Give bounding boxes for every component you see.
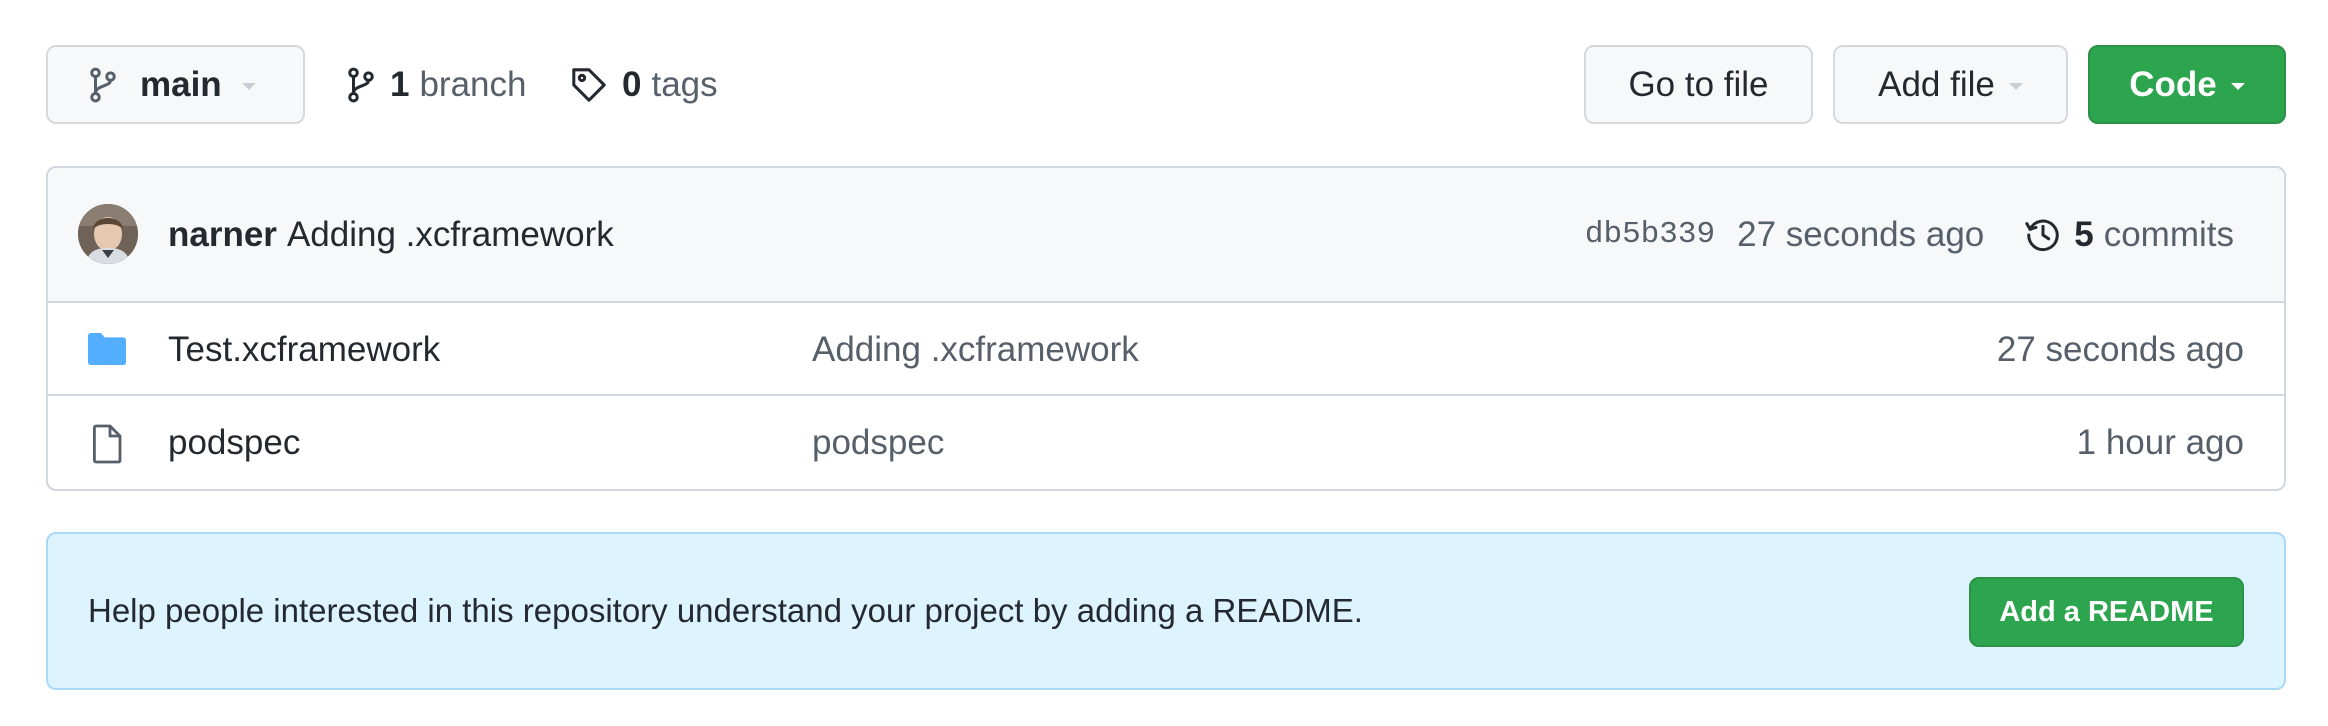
file-commit-time: 27 seconds ago: [1996, 330, 2244, 369]
branch-select-button[interactable]: main: [46, 45, 305, 124]
code-button-label: Code: [2129, 64, 2217, 104]
commit-message-link[interactable]: Adding .xcframework: [287, 215, 614, 255]
readme-banner-text: Help people interested in this repositor…: [88, 592, 1363, 629]
commits-history-link[interactable]: 5 commits: [2024, 215, 2234, 255]
commit-sha-link[interactable]: db5b339: [1585, 217, 1715, 252]
file-row-podspec[interactable]: podspec podspec 1 hour ago: [48, 396, 2284, 489]
branch-label: branch: [419, 64, 527, 104]
latest-commit-bar: narner Adding .xcframework db5b339 27 se…: [48, 168, 2284, 303]
go-to-file-button[interactable]: Go to file: [1584, 45, 1813, 124]
add-readme-button[interactable]: Add a README: [1969, 577, 2244, 647]
tag-label: tags: [651, 64, 718, 104]
code-button[interactable]: Code: [2088, 45, 2286, 124]
file-icon: [86, 424, 128, 464]
branches-link[interactable]: 1 branch: [346, 45, 527, 124]
commits-label: commits: [2103, 214, 2234, 254]
branch-select-label: main: [140, 64, 222, 104]
avatar[interactable]: [78, 204, 138, 264]
file-name-link[interactable]: podspec: [168, 396, 300, 489]
commit-author-link[interactable]: narner: [168, 215, 277, 255]
branch-count: 1: [390, 64, 410, 104]
file-commit-time: 1 hour ago: [2076, 423, 2244, 462]
file-row-test-xcframework[interactable]: Test.xcframework Adding .xcframework 27 …: [48, 303, 2284, 396]
commit-summary: narner Adding .xcframework: [168, 168, 614, 301]
history-icon: [2024, 216, 2062, 254]
readme-banner: Help people interested in this repositor…: [46, 532, 2286, 690]
commit-meta: db5b339 27 seconds ago 5 commits: [1585, 168, 2234, 301]
add-file-button[interactable]: Add file: [1833, 45, 2068, 124]
file-browser: narner Adding .xcframework db5b339 27 se…: [46, 166, 2286, 491]
git-branch-icon: [88, 66, 118, 104]
file-commit-message-link[interactable]: podspec: [812, 396, 944, 489]
chevron-down-icon: [2008, 83, 2023, 90]
add-file-label: Add file: [1878, 64, 1995, 104]
repo-toolbar: main 1 branch 0 tags Go to file Add file: [46, 45, 2286, 124]
file-name-link[interactable]: Test.xcframework: [168, 303, 440, 396]
file-commit-message-link[interactable]: Adding .xcframework: [812, 303, 1139, 396]
tag-icon: [570, 66, 608, 104]
tag-count: 0: [622, 64, 642, 104]
chevron-down-icon: [241, 83, 256, 90]
folder-icon: [86, 331, 128, 367]
commit-time: 27 seconds ago: [1737, 214, 1985, 254]
git-branch-icon: [346, 66, 376, 104]
tags-link[interactable]: 0 tags: [570, 45, 718, 124]
commits-count: 5: [2074, 214, 2094, 254]
chevron-down-icon: [2230, 83, 2245, 90]
